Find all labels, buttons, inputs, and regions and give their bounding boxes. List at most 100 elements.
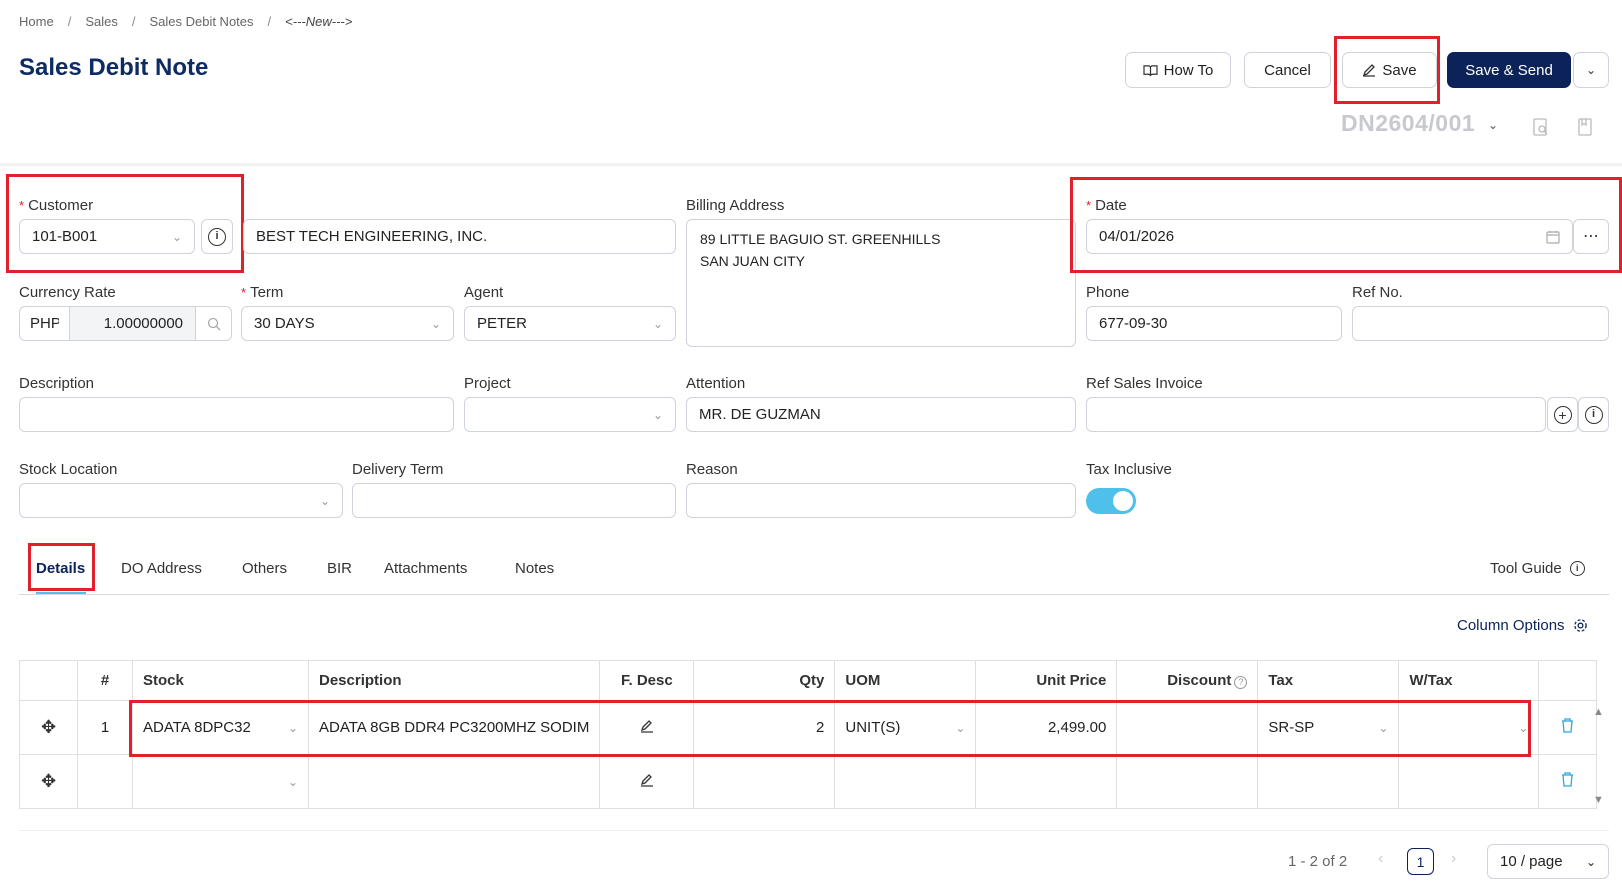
- ref-invoice-info-button[interactable]: i: [1578, 397, 1609, 432]
- stock-cell[interactable]: ⌄: [132, 754, 309, 809]
- qty-cell[interactable]: [693, 754, 836, 809]
- ref-sales-invoice-label: Ref Sales Invoice: [1086, 375, 1203, 392]
- agent-select[interactable]: PETER ⌄: [464, 306, 676, 341]
- ref-sales-invoice-field[interactable]: [1086, 397, 1546, 432]
- uom-cell[interactable]: [834, 754, 977, 809]
- discount-cell[interactable]: [1116, 700, 1259, 755]
- tax-cell[interactable]: [1257, 754, 1400, 809]
- actions-column-header: [1538, 660, 1598, 701]
- more-icon: ⋯: [1583, 227, 1599, 245]
- tab-details[interactable]: Details: [36, 560, 85, 577]
- phone-field[interactable]: 677-09-30: [1086, 306, 1342, 341]
- wtax-cell[interactable]: ⌄: [1398, 700, 1540, 755]
- prev-page-button[interactable]: ‹: [1378, 850, 1383, 868]
- date-more-button[interactable]: ⋯: [1573, 219, 1609, 254]
- chevron-down-icon: ⌄: [955, 720, 966, 735]
- column-header-fdesc[interactable]: F. Desc: [599, 660, 695, 701]
- ref-no-field[interactable]: [1352, 306, 1609, 341]
- project-label: Project: [464, 375, 511, 392]
- billing-address-field[interactable]: 89 LITTLE BAGUIO ST. GREENHILLS SAN JUAN…: [686, 219, 1076, 347]
- preview-icon[interactable]: [1533, 118, 1549, 140]
- move-icon: ✥: [40, 771, 57, 791]
- attention-label: Attention: [686, 375, 746, 392]
- add-ref-invoice-button[interactable]: +: [1547, 397, 1578, 432]
- currency-rate-label: Currency Rate: [19, 284, 116, 301]
- breadcrumb-sales[interactable]: Sales: [85, 14, 118, 29]
- save-and-send-label: Save & Send: [1465, 61, 1553, 79]
- scroll-down-arrow[interactable]: ▼: [1593, 794, 1604, 806]
- unit-price-cell[interactable]: [975, 754, 1118, 809]
- column-header-unit-price[interactable]: Unit Price: [975, 660, 1118, 701]
- column-options-button[interactable]: Column Options: [1457, 617, 1588, 634]
- page-size-select[interactable]: 10 / page ⌄: [1487, 844, 1609, 879]
- customer-name-field[interactable]: BEST TECH ENGINEERING, INC.: [243, 219, 676, 254]
- customer-code-select[interactable]: 101-B001 ⌄: [19, 219, 195, 254]
- trash-icon: [1562, 772, 1574, 787]
- save-button[interactable]: Save: [1342, 52, 1437, 88]
- tab-bir[interactable]: BIR: [327, 560, 352, 577]
- attention-field[interactable]: MR. DE GUZMAN: [686, 397, 1076, 432]
- delete-row-button[interactable]: [1538, 754, 1598, 809]
- fdesc-edit-button[interactable]: [599, 754, 695, 809]
- unit-price-cell[interactable]: 2,499.00: [975, 700, 1118, 755]
- chevron-down-icon: ⌄: [1518, 720, 1529, 735]
- doc-number-dropdown[interactable]: ⌄: [1488, 116, 1498, 133]
- currency-rate-field[interactable]: 1.00000000: [69, 306, 196, 341]
- reason-field[interactable]: [686, 483, 1076, 518]
- tab-others[interactable]: Others: [242, 560, 287, 577]
- breadcrumb-separator: /: [67, 14, 72, 29]
- page-1-button[interactable]: 1: [1407, 848, 1434, 875]
- column-header-wtax[interactable]: W/Tax: [1398, 660, 1540, 701]
- column-header-uom[interactable]: UOM: [834, 660, 977, 701]
- stock-cell[interactable]: ADATA 8DPC32 ⌄: [132, 700, 309, 755]
- bookmark-icon[interactable]: [1578, 118, 1592, 140]
- next-page-button[interactable]: ›: [1451, 850, 1456, 868]
- cancel-button[interactable]: Cancel: [1244, 52, 1331, 88]
- divider: [0, 163, 1622, 166]
- drag-handle[interactable]: ✥: [19, 754, 78, 809]
- fdesc-edit-button[interactable]: [599, 700, 695, 755]
- table-row: ✥ ⌄: [19, 754, 1598, 809]
- delivery-term-field[interactable]: [352, 483, 676, 518]
- tool-guide-link[interactable]: Tool Guide i: [1490, 560, 1585, 577]
- date-picker[interactable]: 04/01/2026: [1086, 219, 1573, 254]
- column-header-discount[interactable]: Discount?: [1116, 660, 1259, 701]
- column-header-qty[interactable]: Qty: [693, 660, 836, 701]
- qty-cell[interactable]: 2: [693, 700, 836, 755]
- drag-handle[interactable]: ✥: [19, 700, 78, 755]
- breadcrumb-sales-debit-notes[interactable]: Sales Debit Notes: [149, 14, 253, 29]
- save-options-dropdown[interactable]: ⌄: [1573, 52, 1609, 88]
- column-header-tax[interactable]: Tax: [1257, 660, 1400, 701]
- customer-label: * Customer: [19, 197, 94, 214]
- search-icon: [207, 317, 220, 330]
- save-and-send-button[interactable]: Save & Send: [1447, 52, 1571, 88]
- tax-inclusive-toggle[interactable]: [1086, 488, 1136, 514]
- delete-row-button[interactable]: [1538, 700, 1598, 755]
- book-icon: [1143, 64, 1158, 76]
- column-header-stock[interactable]: Stock: [132, 660, 309, 701]
- wtax-cell[interactable]: [1398, 754, 1540, 809]
- currency-search-button[interactable]: [195, 306, 232, 341]
- description-cell[interactable]: [307, 754, 601, 809]
- how-to-button[interactable]: How To: [1125, 52, 1231, 88]
- how-to-label: How To: [1163, 61, 1214, 79]
- term-select[interactable]: 30 DAYS ⌄: [241, 306, 454, 341]
- column-header-description[interactable]: Description: [307, 660, 601, 701]
- tab-do-address[interactable]: DO Address: [121, 560, 202, 577]
- uom-cell[interactable]: UNIT(S) ⌄: [834, 700, 977, 755]
- breadcrumb-home[interactable]: Home: [19, 14, 54, 29]
- stock-location-select[interactable]: ⌄: [19, 483, 343, 518]
- discount-cell[interactable]: [1116, 754, 1259, 809]
- tab-attachments[interactable]: Attachments: [384, 560, 467, 577]
- tab-notes[interactable]: Notes: [515, 560, 554, 577]
- tax-cell[interactable]: SR-SP ⌄: [1257, 700, 1400, 755]
- customer-info-button[interactable]: i: [201, 219, 233, 254]
- description-cell[interactable]: ADATA 8GB DDR4 PC3200MHZ SODIM: [307, 700, 601, 755]
- pagination-range: 1 - 2 of 2: [1288, 853, 1348, 870]
- scroll-up-arrow[interactable]: ▲: [1593, 706, 1604, 718]
- project-select[interactable]: ⌄: [464, 397, 676, 432]
- cancel-label: Cancel: [1264, 61, 1311, 79]
- chevron-down-icon: ⌄: [1378, 720, 1389, 735]
- description-field[interactable]: [19, 397, 454, 432]
- chevron-down-icon: ⌄: [1585, 854, 1596, 869]
